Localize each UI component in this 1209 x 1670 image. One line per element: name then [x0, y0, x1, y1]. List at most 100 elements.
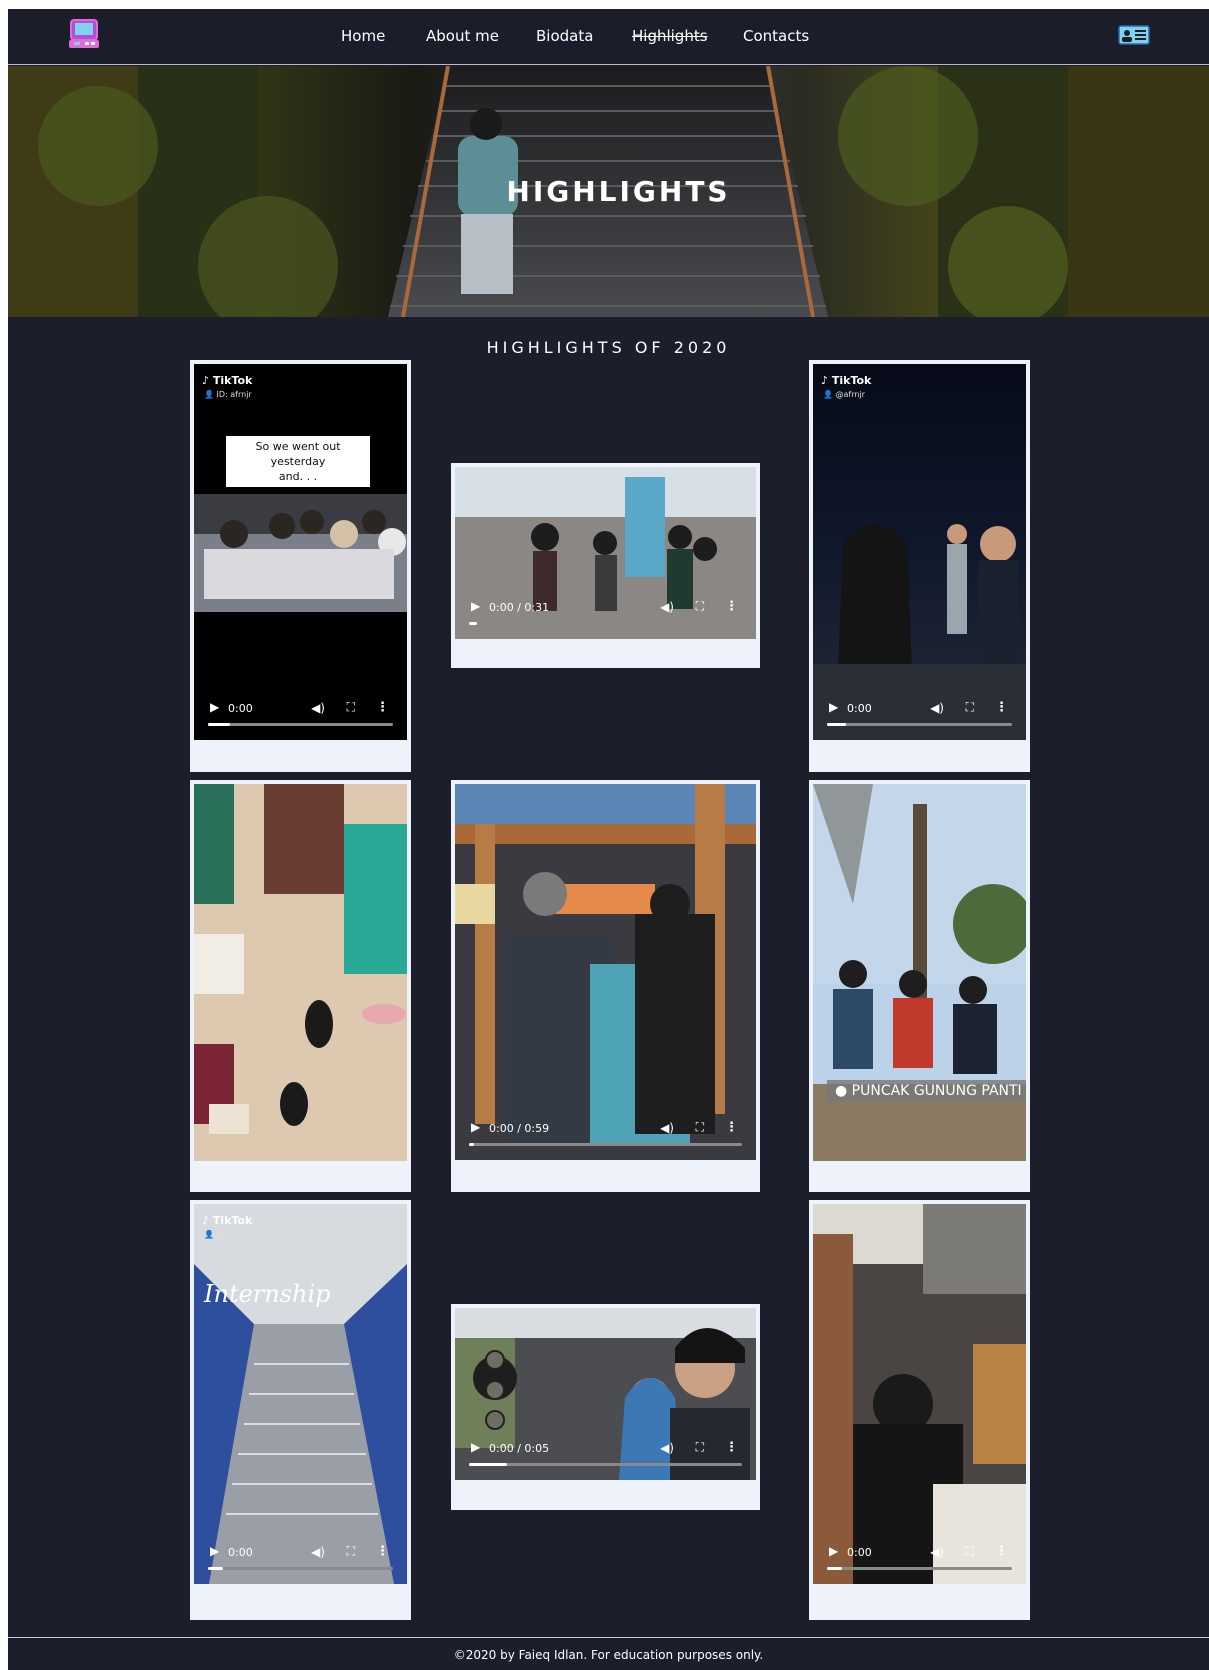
video-card: ▶ 0:00 / 0:31 ◀) ⛶ ⋮ [451, 463, 760, 668]
play-icon[interactable]: ▶ [829, 700, 838, 714]
video-thumbnail [813, 1204, 1026, 1584]
more-options-icon[interactable]: ⋮ [725, 1120, 738, 1135]
play-icon[interactable]: ▶ [471, 1440, 480, 1454]
video-player[interactable]: ♪ TikTok 👤 @faieqidlan Internship ▶ 0:00… [194, 1204, 407, 1584]
fullscreen-icon[interactable]: ⛶ [966, 1544, 974, 1559]
video-progress-bar[interactable] [208, 1567, 393, 1570]
top-navbar: Home About me Biodata Highlights Contact… [8, 9, 1209, 65]
video-player[interactable]: ♪ TikTok 👤 @afrnjr ▶ 0:00 ◀) ⛶ ⋮ [813, 364, 1026, 740]
video-progress-bar[interactable] [827, 1567, 1012, 1570]
fullscreen-icon[interactable]: ⛶ [696, 1440, 704, 1455]
tiktok-user-id: 👤 ID: afrnjr [204, 390, 252, 399]
tiktok-logo-icon: ♪ TikTok [821, 374, 872, 387]
dot-icon [485, 1350, 505, 1370]
tiktok-user-text: ID: afrnjr [216, 390, 252, 399]
video-card: ● PUNCAK GUNUNG PANTI [809, 780, 1030, 1192]
video-thumbnail [194, 1204, 407, 1584]
nav-about-me[interactable]: About me [426, 27, 499, 45]
video-player[interactable]: ▶ 0:00 / 0:31 ◀) ⛶ ⋮ [455, 467, 756, 639]
fullscreen-icon[interactable]: ⛶ [347, 1544, 355, 1559]
more-options-icon[interactable]: ⋮ [725, 599, 738, 614]
video-progress-bar[interactable] [208, 723, 393, 726]
video-progress-bar[interactable] [827, 723, 1012, 726]
video-time: 0:00 / 0:31 [489, 601, 550, 614]
play-icon[interactable]: ▶ [210, 700, 219, 714]
video-controls: ▶ 0:00 / 0:59 ◀) ⛶ ⋮ [455, 1104, 756, 1160]
video-card [190, 780, 411, 1192]
caption-line-1: So we went out yesterday [255, 440, 341, 468]
tiktok-logo-icon: ♪ TikTok [202, 1214, 253, 1227]
volume-icon[interactable]: ◀) [660, 600, 674, 614]
nav-biodata[interactable]: Biodata [536, 27, 593, 45]
tiktok-badge-text: TikTok [212, 374, 253, 387]
video-card: ♪ TikTok 👤 ID: afrnjr So we went out yes… [190, 360, 411, 772]
more-options-icon[interactable]: ⋮ [376, 700, 389, 715]
more-options-icon[interactable]: ⋮ [995, 1544, 1008, 1559]
footer-copyright: ©2020 by Faieq Idlan. For education purp… [453, 1648, 764, 1662]
fullscreen-icon[interactable]: ⛶ [696, 599, 704, 614]
hero-title: HIGHLIGHTS [506, 175, 731, 208]
video-progress-bar[interactable] [469, 1463, 742, 1466]
volume-icon[interactable]: ◀) [930, 1545, 944, 1559]
video-card: ▶ 0:00 ◀) ⛶ ⋮ [809, 1200, 1030, 1620]
video-card: ♪ TikTok 👤 @faieqidlan Internship ▶ 0:00… [190, 1200, 411, 1620]
play-icon[interactable]: ▶ [471, 1120, 480, 1134]
id-card-icon[interactable] [1118, 25, 1150, 45]
volume-icon[interactable]: ◀) [311, 1545, 325, 1559]
tiktok-badge-text: TikTok [831, 374, 872, 387]
volume-icon[interactable]: ◀) [660, 1441, 674, 1455]
nav-home[interactable]: Home [341, 27, 385, 45]
video-controls: ▶ 0:00 ◀) ⛶ ⋮ [194, 1528, 407, 1584]
nav-highlights[interactable]: Highlights [632, 27, 708, 45]
video-card: ♪ TikTok 👤 @afrnjr ▶ 0:00 ◀) ⛶ ⋮ [809, 360, 1030, 772]
location-tag: ● PUNCAK GUNUNG PANTI [827, 1080, 1026, 1102]
tiktok-user-text: @afrnjr [835, 390, 865, 399]
fullscreen-icon[interactable]: ⛶ [966, 700, 974, 715]
video-player[interactable]: ▶ 0:00 ◀) ⛶ ⋮ [813, 1204, 1026, 1584]
fullscreen-icon[interactable]: ⛶ [347, 700, 355, 715]
nav-contacts[interactable]: Contacts [743, 27, 809, 45]
video-player[interactable]: ▶ 0:00 / 0:05 ◀) ⛶ ⋮ [455, 1308, 756, 1480]
video-time: 0:00 / 0:59 [489, 1122, 550, 1135]
more-options-icon[interactable]: ⋮ [376, 1544, 389, 1559]
tiktok-user-id: 👤 @faieqidlan [204, 1230, 264, 1239]
video-player[interactable]: ▶ 0:00 / 0:59 ◀) ⛶ ⋮ [455, 784, 756, 1160]
dot-icon [485, 1380, 505, 1400]
caption-line-2: and. . . [278, 469, 318, 484]
video-overlay-text: Internship [204, 1280, 331, 1308]
volume-icon[interactable]: ◀) [930, 701, 944, 715]
video-controls: ▶ 0:00 ◀) ⛶ ⋮ [813, 684, 1026, 740]
fullscreen-icon[interactable]: ⛶ [696, 1120, 704, 1135]
video-time: 0:00 [228, 1546, 253, 1559]
photo-image [194, 784, 407, 1161]
video-caption: So we went out yesterday and. . . [226, 436, 370, 487]
tiktok-user-text: @faieqidlan [216, 1230, 264, 1239]
photo[interactable] [194, 784, 407, 1161]
video-time: 0:00 [228, 702, 253, 715]
video-time: 0:00 / 0:05 [489, 1442, 550, 1455]
location-name: PUNCAK GUNUNG PANTI [851, 1083, 1022, 1099]
nav-links: Home About me Biodata Highlights Contact… [8, 9, 1209, 65]
more-options-icon[interactable]: ⋮ [725, 1440, 738, 1455]
video-progress-bar[interactable] [469, 622, 742, 625]
photo-image [813, 784, 1026, 1161]
video-controls: ▶ 0:00 ◀) ⛶ ⋮ [194, 684, 407, 740]
photo[interactable]: ● PUNCAK GUNUNG PANTI [813, 784, 1026, 1161]
hero-banner: HIGHLIGHTS [8, 66, 1209, 317]
volume-icon[interactable]: ◀) [660, 1121, 674, 1135]
play-icon[interactable]: ▶ [829, 1544, 838, 1558]
video-card: ▶ 0:00 / 0:05 ◀) ⛶ ⋮ [451, 1304, 760, 1510]
page-frame: Home About me Biodata Highlights Contact… [8, 9, 1209, 1670]
volume-icon[interactable]: ◀) [311, 701, 325, 715]
play-icon[interactable]: ▶ [471, 599, 480, 613]
video-controls: ▶ 0:00 ◀) ⛶ ⋮ [813, 1528, 1026, 1584]
more-options-icon[interactable]: ⋮ [995, 700, 1008, 715]
play-icon[interactable]: ▶ [210, 1544, 219, 1558]
video-player[interactable]: ♪ TikTok 👤 ID: afrnjr So we went out yes… [194, 364, 407, 740]
section-title: HIGHLIGHTS OF 2020 [486, 338, 731, 357]
footer: ©2020 by Faieq Idlan. For education purp… [8, 1637, 1209, 1670]
video-controls: ▶ 0:00 / 0:31 ◀) ⛶ ⋮ [455, 583, 756, 639]
video-controls: ▶ 0:00 / 0:05 ◀) ⛶ ⋮ [455, 1424, 756, 1480]
video-progress-bar[interactable] [469, 1143, 742, 1146]
tiktok-user-id: 👤 @afrnjr [823, 390, 865, 399]
